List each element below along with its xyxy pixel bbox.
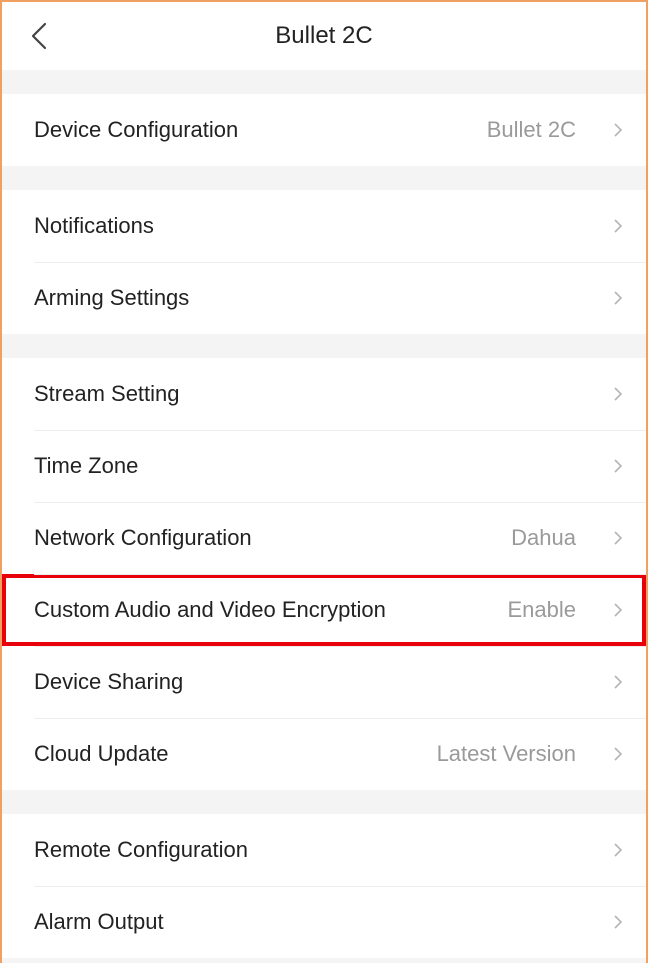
chevron-right-icon [612,601,624,619]
setting-row-time-zone[interactable]: Time Zone [2,430,646,502]
setting-row-notifications[interactable]: Notifications [2,190,646,262]
setting-row-alarm-output[interactable]: Alarm Output [2,886,646,958]
setting-row-custom-audio-video-encryption[interactable]: Custom Audio and Video Encryption Enable [2,574,646,646]
setting-label: Alarm Output [34,909,164,934]
setting-label: Time Zone [34,453,139,478]
page-title: Bullet 2C [275,22,373,49]
section-gap [2,70,646,94]
section-gap [2,334,646,358]
chevron-right-icon [612,217,624,235]
setting-label: Custom Audio and Video Encryption [34,597,386,622]
chevron-right-icon [612,289,624,307]
setting-row-network-configuration[interactable]: Network Configuration Dahua [2,502,646,574]
chevron-right-icon [612,841,624,859]
setting-label: Device Sharing [34,669,184,694]
setting-label: Cloud Update [34,741,169,766]
setting-row-cloud-update[interactable]: Cloud Update Latest Version [2,718,646,790]
section-gap [2,166,646,190]
chevron-right-icon [612,457,624,475]
setting-row-arming-settings[interactable]: Arming Settings [2,262,646,334]
nav-header: Bullet 2C [2,2,646,70]
section-gap [2,790,646,814]
settings-group-general: Stream Setting Time Zone Network Configu… [2,358,646,790]
setting-value: Latest Version [436,741,576,766]
chevron-right-icon [612,529,624,547]
chevron-right-icon [612,745,624,763]
setting-row-remote-configuration[interactable]: Remote Configuration [2,814,646,886]
settings-group-alerts: Notifications Arming Settings [2,190,646,334]
setting-label: Remote Configuration [34,837,249,862]
chevron-left-icon [31,22,47,50]
setting-label: Device Configuration [34,117,239,142]
settings-group-device: Device Configuration Bullet 2C [2,94,646,166]
setting-label: Notifications [34,213,154,238]
chevron-right-icon [612,121,624,139]
chevron-right-icon [612,673,624,691]
chevron-right-icon [612,913,624,931]
chevron-right-icon [612,385,624,403]
setting-value: Dahua [511,525,576,550]
setting-label: Stream Setting [34,381,180,406]
setting-row-device-sharing[interactable]: Device Sharing [2,646,646,718]
setting-row-stream-setting[interactable]: Stream Setting [2,358,646,430]
setting-label: Network Configuration [34,525,252,550]
back-button[interactable] [24,18,54,54]
setting-value: Enable [507,597,576,622]
setting-label: Arming Settings [34,285,190,310]
setting-value: Bullet 2C [486,117,576,142]
device-settings-screen: Bullet 2C Device Configuration Bullet 2C… [0,0,648,963]
setting-row-device-configuration[interactable]: Device Configuration Bullet 2C [2,94,646,166]
settings-group-remote: Remote Configuration Alarm Output [2,814,646,958]
